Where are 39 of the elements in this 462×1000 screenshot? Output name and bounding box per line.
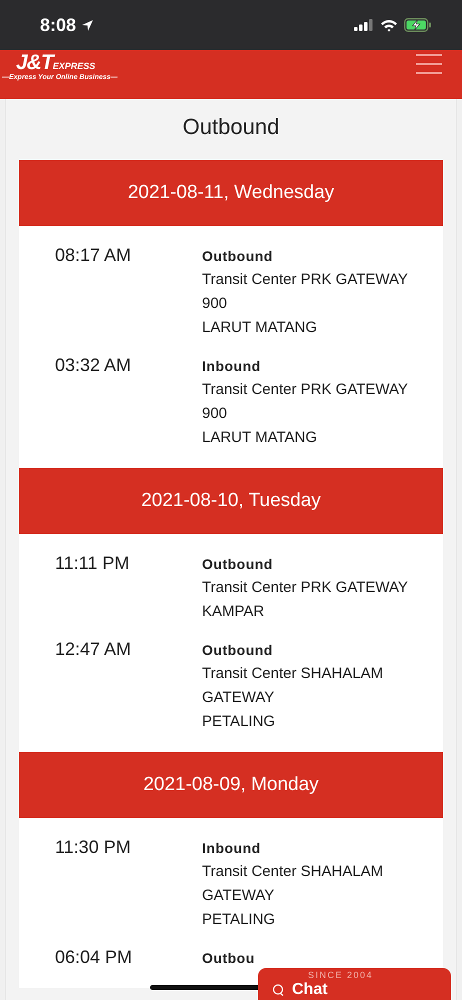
event-status: Outbound <box>202 247 274 266</box>
event-location: 900 <box>202 404 228 424</box>
chat-tagline: SINCE 2004 <box>308 970 374 981</box>
chat-label: Chat <box>292 981 328 999</box>
event-location: 900 <box>202 294 228 314</box>
event-time: 11:11 PM <box>54 552 130 575</box>
event-status: Outbound <box>202 555 274 574</box>
event-location: Transit Center PRK GATEWAY <box>202 380 409 400</box>
event-location: LARUT MATANG <box>202 428 318 448</box>
chat-button[interactable]: SINCE 2004 Chat <box>258 968 451 1000</box>
menu-icon[interactable] <box>416 54 442 74</box>
event-location: Transit Center SHAHALAM <box>202 664 384 684</box>
event-location: Transit Center SHAHALAM <box>202 862 384 882</box>
wifi-icon <box>380 18 398 32</box>
date-header: 2021-08-11, Wednesday <box>19 160 443 226</box>
event-status: Outbou <box>202 949 256 968</box>
event-status: Inbound <box>202 839 262 858</box>
event-location: GATEWAY <box>202 688 276 708</box>
event-location: LARUT MATANG <box>202 318 318 338</box>
event-time: 03:32 AM <box>54 354 132 377</box>
event-time: 12:47 AM <box>54 638 132 661</box>
date-header: 2021-08-09, Monday <box>19 752 443 818</box>
page-title: Outbound <box>182 113 280 141</box>
battery-charging-icon <box>404 18 432 32</box>
date-header: 2021-08-10, Tuesday <box>19 468 443 534</box>
event-status: Inbound <box>202 357 262 376</box>
location-arrow-icon <box>81 18 94 32</box>
event-location: PETALING <box>202 910 276 930</box>
event-location: Transit Center PRK GATEWAY <box>202 578 409 598</box>
event-location: Transit Center PRK GATEWAY <box>202 270 409 290</box>
event-location: KAMPAR <box>202 602 266 622</box>
event-time: 06:04 PM <box>54 946 134 969</box>
event-status: Outbound <box>202 641 274 660</box>
event-location: GATEWAY <box>202 886 276 906</box>
event-location: PETALING <box>202 712 276 732</box>
event-time: 08:17 AM <box>54 244 132 267</box>
clock-time: 8:08 <box>40 14 76 36</box>
event-time: 11:30 PM <box>54 836 132 859</box>
signal-icon <box>354 19 374 31</box>
